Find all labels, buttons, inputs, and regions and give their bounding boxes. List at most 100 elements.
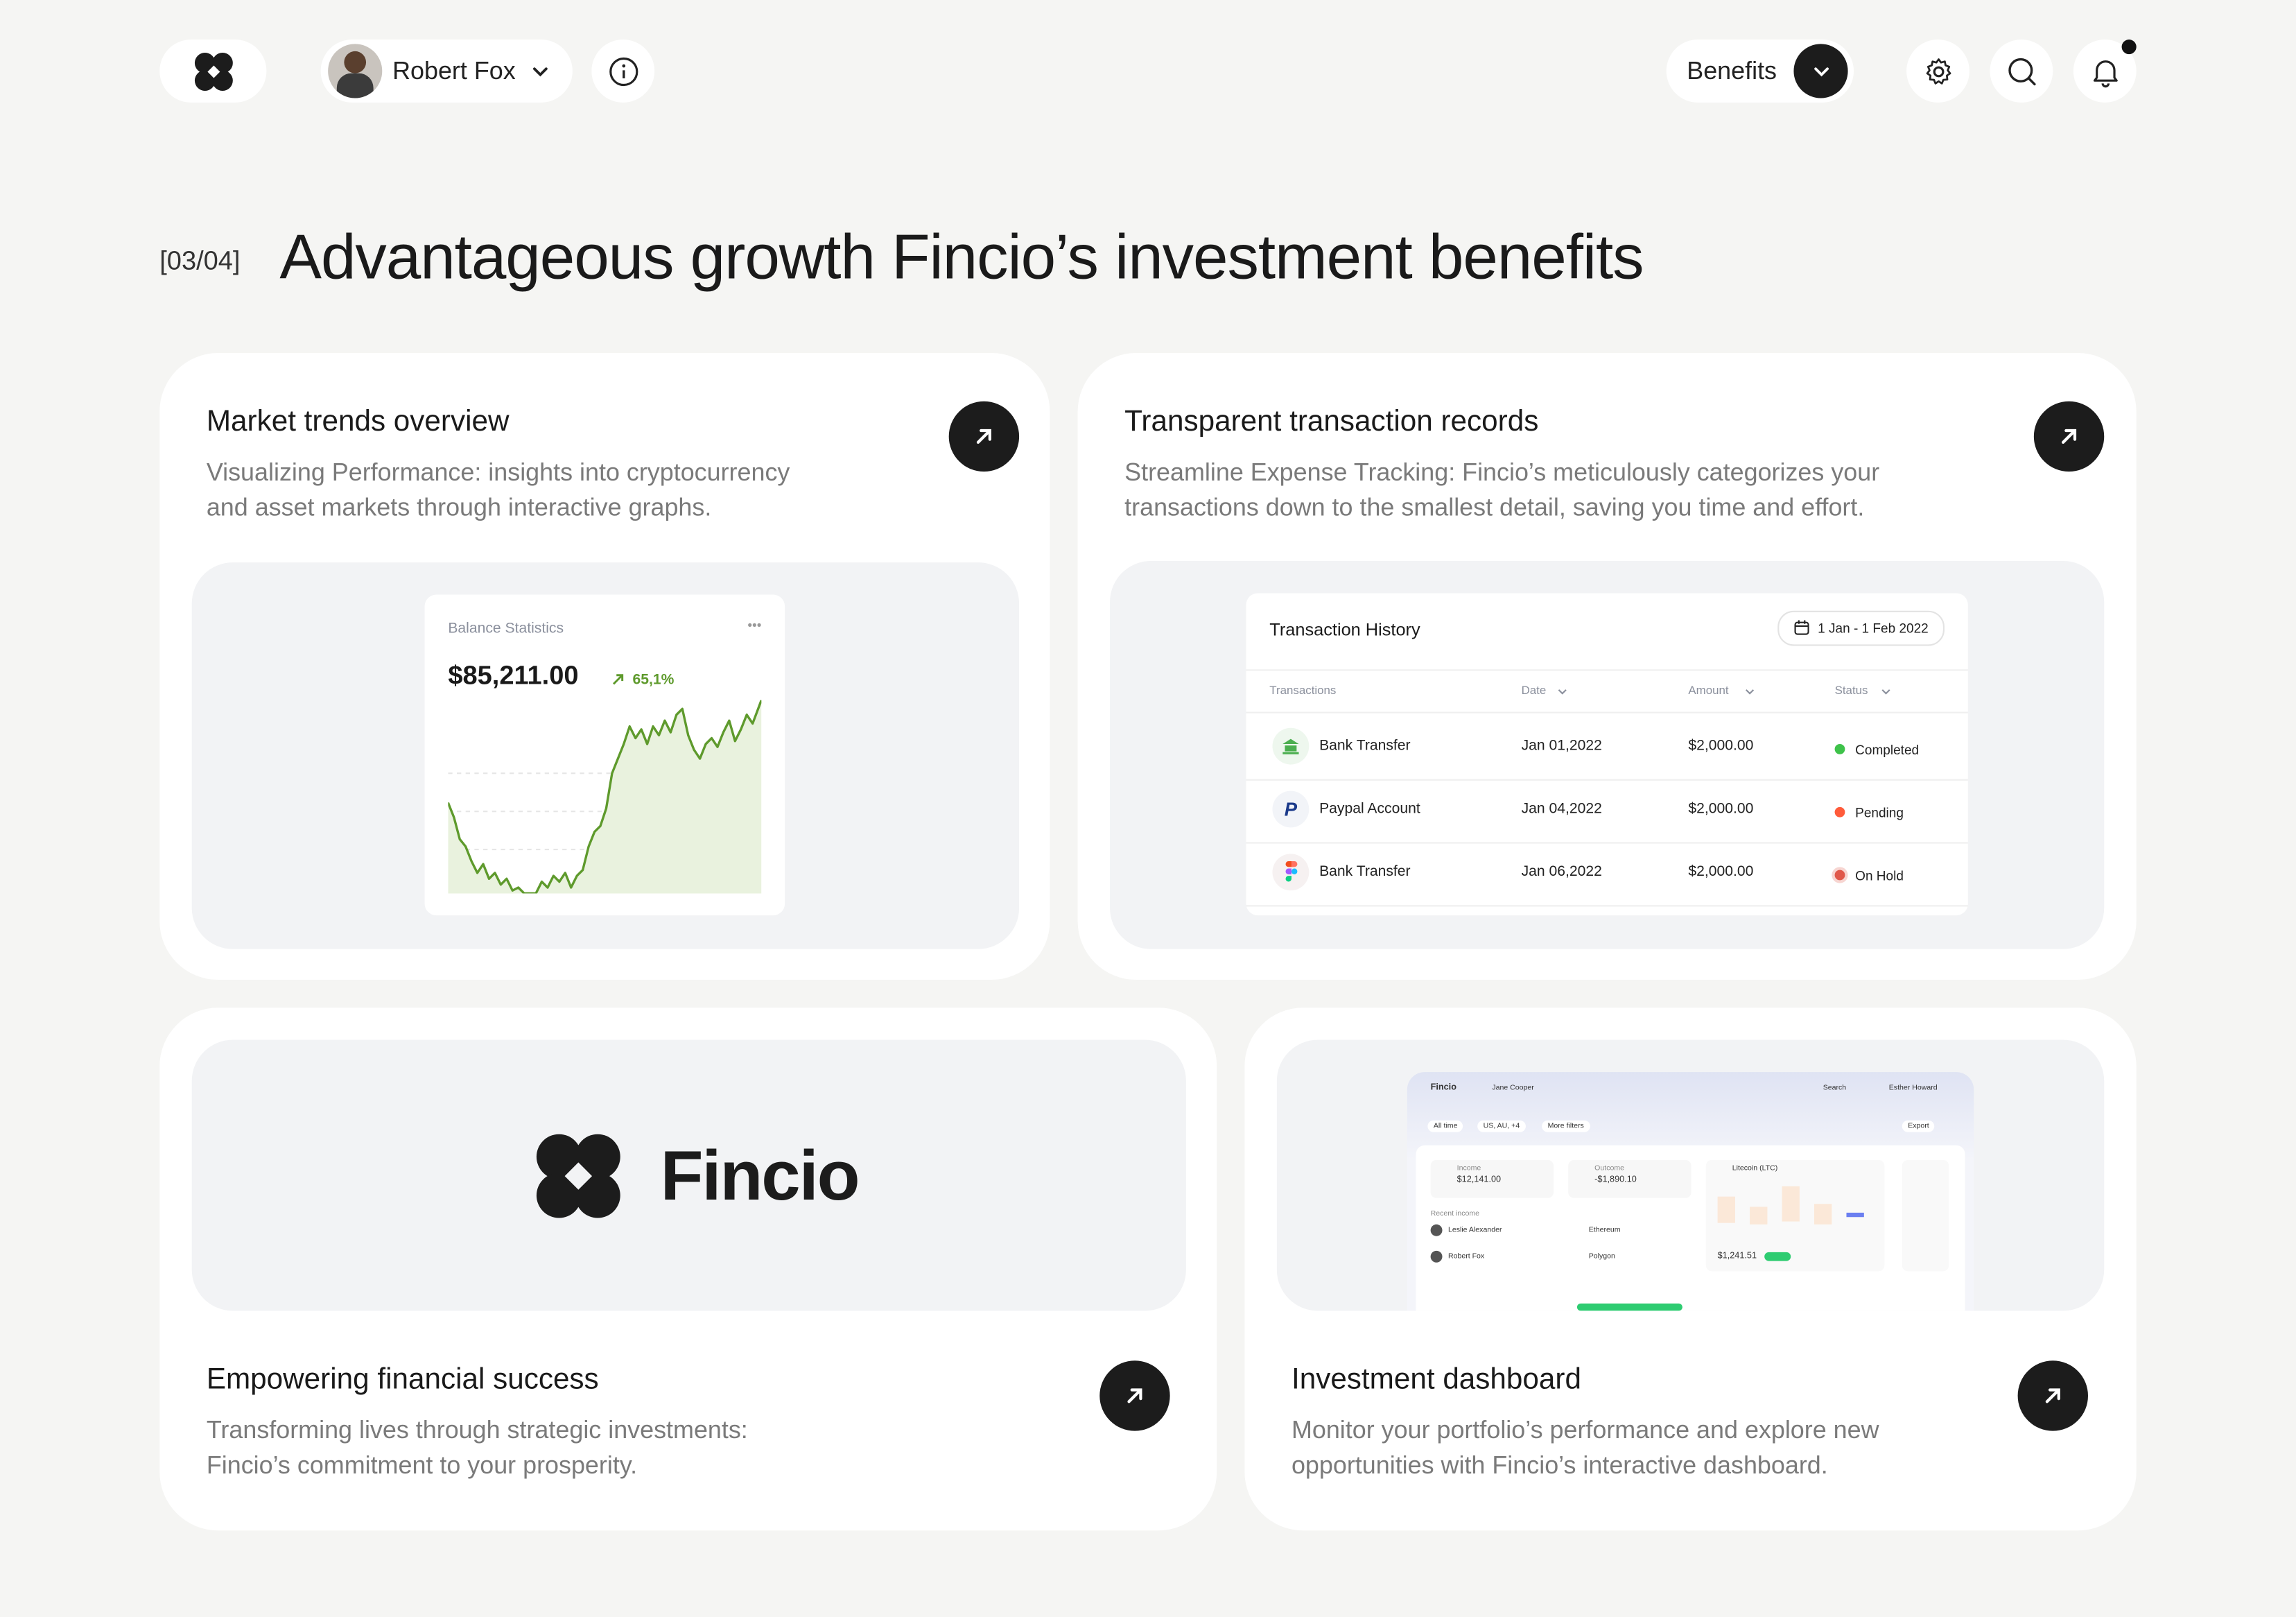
open-financial-success-button[interactable]	[1099, 1360, 1170, 1431]
preview-filter: US, AU, +4	[1477, 1120, 1526, 1132]
transaction-amount: $2,000.00	[1688, 801, 1754, 818]
card-description: Transforming lives through strategic inv…	[207, 1413, 748, 1483]
description-line: and asset markets through interactive gr…	[206, 493, 712, 521]
table-row[interactable]: P Paypal Account Jan 04,2022 $2,000.00 P…	[1246, 779, 1968, 844]
date-range-picker[interactable]: 1 Jan - 1 Feb 2022	[1778, 610, 1945, 646]
card-title: Transparent transaction records	[1124, 406, 1539, 438]
transaction-records-card[interactable]: Transparent transaction records Streamli…	[1077, 353, 2137, 980]
preview-income: Income $12,141.00	[1430, 1159, 1554, 1198]
brand-preview-area: Fincio	[191, 1039, 1186, 1311]
card-title: Market trends overview	[206, 406, 510, 438]
calendar-icon	[1795, 620, 1810, 635]
chevron-down-icon	[533, 67, 548, 77]
column-status[interactable]: Status	[1835, 684, 1868, 697]
preview-coin: Ethereum	[1588, 1225, 1621, 1235]
table-row[interactable]: Bank Transfer Jan 06,2022 $2,000.00 On H…	[1246, 842, 1968, 907]
balance-change: 65,1%	[632, 672, 675, 689]
status-badge: On Hold	[1855, 868, 1904, 883]
dashboard-preview-area: Fincio Jane Cooper Search Esther Howard …	[1276, 1039, 2105, 1311]
settings-button[interactable]	[1906, 40, 1969, 103]
more-icon[interactable]: •••	[747, 618, 761, 632]
widget-label: Balance Statistics	[448, 621, 564, 637]
benefits-label: Benefits	[1687, 57, 1777, 85]
status-dot	[1834, 870, 1845, 881]
preview-person: Robert Fox	[1447, 1252, 1485, 1261]
figma-icon	[1272, 854, 1310, 891]
description-line: Monitor your portfolio’s performance and…	[1291, 1416, 1879, 1444]
preview-coin-chart: Litecoin (LTC) $1,241.51	[1705, 1159, 1885, 1272]
chevron-down-icon	[1746, 689, 1755, 695]
description-line: Streamline Expense Tracking: Fincio’s me…	[1124, 458, 1880, 487]
description-line: transactions down to the smallest detail…	[1124, 493, 1865, 521]
chevron-down-icon	[1558, 689, 1567, 695]
card-description: Streamline Expense Tracking: Fincio’s me…	[1124, 456, 1879, 526]
preview-person: Leslie Alexander	[1447, 1225, 1502, 1235]
transactions-preview-area: Transaction History 1 Jan - 1 Feb 2022 T…	[1110, 560, 2105, 949]
benefits-menu[interactable]: Benefits	[1666, 40, 1854, 103]
preview-coin-label: Litecoin (LTC)	[1732, 1164, 1778, 1173]
preview-user: Jane Cooper	[1492, 1084, 1534, 1093]
transaction-history-widget: Transaction History 1 Jan - 1 Feb 2022 T…	[1246, 593, 1968, 916]
transaction-name: Bank Transfer	[1319, 864, 1411, 881]
open-market-trends-button[interactable]	[948, 401, 1020, 472]
widget-title: Transaction History	[1269, 619, 1420, 641]
trend-up-icon	[612, 674, 624, 685]
financial-success-card[interactable]: Fincio Empowering financial success Tran…	[159, 1008, 1217, 1531]
gear-icon	[1925, 58, 1951, 84]
preview-coin-value: $1,241.51	[1717, 1252, 1757, 1261]
transaction-name: Bank Transfer	[1319, 738, 1411, 754]
page: Robert Fox Benefits [03/04] Advantageous…	[0, 0, 2296, 1617]
logo-button[interactable]	[159, 40, 267, 103]
section-counter: [03/04]	[159, 245, 241, 276]
preview-filter: All time	[1427, 1120, 1463, 1132]
description-line: Visualizing Performance: insights into c…	[206, 458, 790, 487]
preview-income-label: Income	[1456, 1164, 1481, 1173]
description-line: opportunities with Fincio’s interactive …	[1291, 1451, 1828, 1480]
brand-name: Fincio	[660, 1138, 860, 1216]
bank-icon	[1272, 727, 1310, 765]
arrow-up-right-icon	[976, 429, 991, 444]
search-icon	[2008, 57, 2035, 85]
page-title: Advantageous growth Fincio’s investment …	[279, 223, 1644, 293]
column-amount[interactable]: Amount	[1688, 684, 1728, 697]
chevron-down-icon	[1814, 67, 1828, 76]
status-badge: Pending	[1855, 805, 1904, 820]
notifications-button[interactable]	[2073, 40, 2137, 103]
avatar	[328, 44, 383, 98]
open-transactions-button[interactable]	[2033, 401, 2105, 472]
balance-widget: Balance Statistics ••• $85,211.00 65,1%	[424, 594, 785, 916]
chart-preview-area: Balance Statistics ••• $85,211.00 65,1%	[191, 562, 1020, 949]
benefits-toggle[interactable]	[1793, 44, 1848, 98]
transaction-amount: $2,000.00	[1688, 738, 1754, 754]
market-trends-card[interactable]: Market trends overview Visualizing Perfo…	[159, 353, 1050, 980]
date-range-label: 1 Jan - 1 Feb 2022	[1818, 621, 1929, 636]
investment-dashboard-card[interactable]: Fincio Jane Cooper Search Esther Howard …	[1244, 1008, 2137, 1531]
card-title: Investment dashboard	[1291, 1363, 1581, 1396]
preview-panel: Income $12,141.00 Outcome -$1,890.10 Lit…	[1416, 1145, 1965, 1311]
open-dashboard-button[interactable]	[2017, 1360, 2088, 1431]
preview-account: Esther Howard	[1888, 1084, 1938, 1093]
preview-income-value: $12,141.00	[1456, 1176, 1502, 1185]
status-dot	[1834, 743, 1845, 754]
column-transactions[interactable]: Transactions	[1269, 684, 1336, 697]
user-menu[interactable]: Robert Fox	[320, 40, 573, 103]
notification-dot	[2121, 40, 2137, 55]
column-date[interactable]: Date	[1522, 684, 1547, 697]
paypal-icon: P	[1272, 790, 1310, 828]
preview-export: Export	[1902, 1120, 1936, 1132]
transaction-date: Jan 04,2022	[1521, 801, 1602, 818]
preview-outcome-value: -$1,890.10	[1594, 1176, 1637, 1185]
description-line: Transforming lives through strategic inv…	[206, 1416, 748, 1444]
info-button[interactable]	[591, 40, 655, 103]
card-description: Visualizing Performance: insights into c…	[207, 456, 790, 526]
search-button[interactable]	[1990, 40, 2053, 103]
arrow-up-right-icon	[2061, 429, 2077, 444]
table-row[interactable]: Bank Transfer Jan 01,2022 $2,000.00 Comp…	[1246, 716, 1968, 781]
card-title: Empowering financial success	[206, 1363, 599, 1396]
table-header: Transactions Date Amount Status	[1246, 669, 1968, 714]
preview-filter: More filters	[1542, 1120, 1590, 1132]
balance-chart	[448, 700, 762, 894]
preview-recent-income: Recent income	[1430, 1209, 1480, 1219]
info-icon	[609, 56, 638, 86]
preview-outcome-label: Outcome	[1594, 1164, 1625, 1173]
